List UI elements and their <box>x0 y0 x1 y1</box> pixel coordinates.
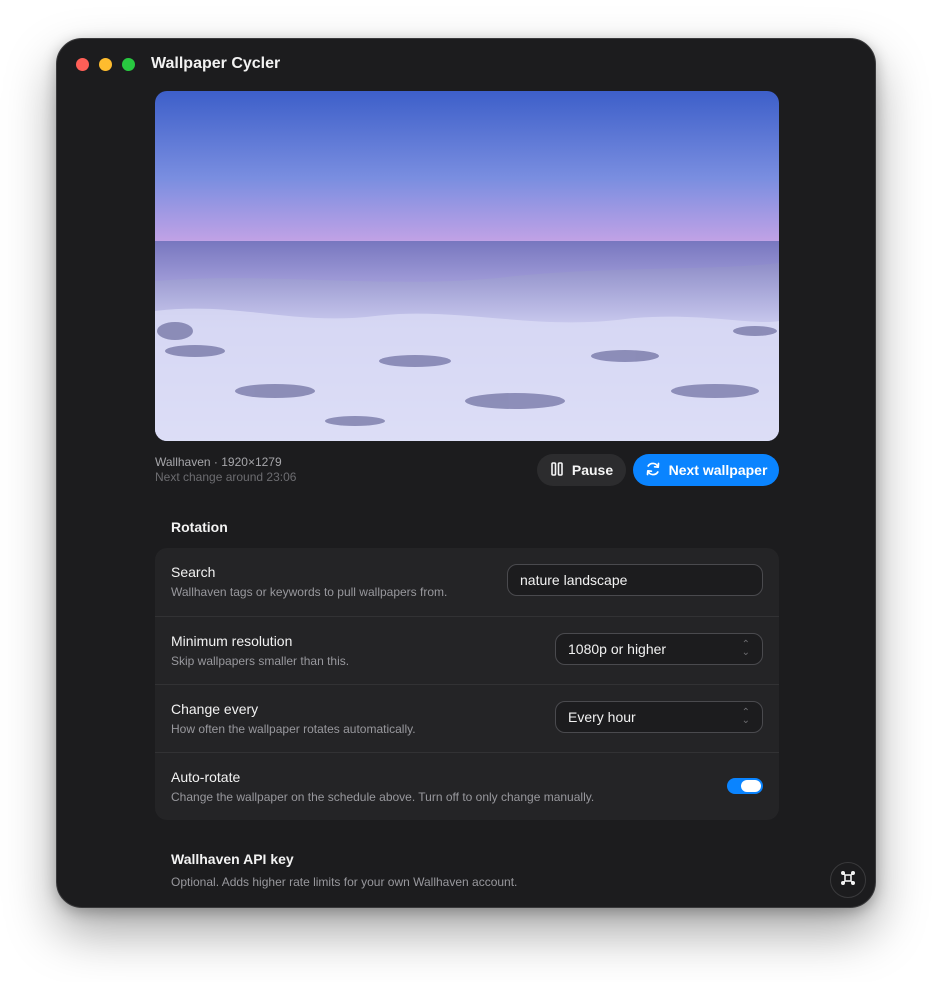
change-every-value: Every hour <box>568 709 636 725</box>
auto-rotate-label: Auto-rotate <box>171 769 241 785</box>
min-resolution-setting-row: Minimum resolution Skip wallpapers small… <box>155 616 779 685</box>
min-resolution-value: 1080p or higher <box>568 641 667 657</box>
toggle-knob <box>741 780 761 792</box>
next-wallpaper-label: Next wallpaper <box>668 462 768 478</box>
change-every-setting-row: Change every How often the wallpaper rot… <box>155 684 779 753</box>
wallpaper-source-info: Wallhaven · 1920×1279 <box>155 455 282 469</box>
command-menu-button[interactable] <box>830 862 866 898</box>
pause-button[interactable]: Pause <box>537 454 626 486</box>
change-every-select[interactable]: Every hour ⌃ ⌄ <box>555 701 763 733</box>
change-every-description: How often the wallpaper rotates automati… <box>171 722 416 736</box>
api-key-description: Optional. Adds higher rate limits for yo… <box>171 875 518 889</box>
close-window-button[interactable] <box>76 58 89 71</box>
min-resolution-description: Skip wallpapers smaller than this. <box>171 654 350 668</box>
rotation-settings-card: Search Wallhaven tags or keywords to pul… <box>155 548 779 820</box>
min-resolution-label: Minimum resolution <box>171 633 293 649</box>
command-icon <box>839 869 857 892</box>
api-key-section-title: Wallhaven API key <box>171 851 294 867</box>
search-description: Wallhaven tags or keywords to pull wallp… <box>171 585 448 599</box>
search-input[interactable] <box>507 564 763 596</box>
chevron-up-down-icon: ⌃ ⌄ <box>741 639 750 658</box>
auto-rotate-setting-row: Auto-rotate Change the wallpaper on the … <box>155 752 779 821</box>
next-change-time: Next change around 23:06 <box>155 470 297 484</box>
title-bar: Wallpaper Cycler <box>57 39 875 91</box>
next-wallpaper-button[interactable]: Next wallpaper <box>633 454 779 486</box>
wallpaper-preview <box>155 91 779 441</box>
minimize-window-button[interactable] <box>99 58 112 71</box>
refresh-icon <box>645 461 661 480</box>
window-title: Wallpaper Cycler <box>151 55 281 72</box>
zoom-window-button[interactable] <box>122 58 135 71</box>
chevron-up-down-icon: ⌃ ⌄ <box>741 707 750 726</box>
search-label: Search <box>171 564 216 580</box>
auto-rotate-toggle[interactable] <box>727 778 763 794</box>
min-resolution-select[interactable]: 1080p or higher ⌃ ⌄ <box>555 633 763 665</box>
pause-button-label: Pause <box>571 462 614 478</box>
rotation-section-title: Rotation <box>171 519 228 535</box>
app-window: Wallpaper Cycler Wallhaven · 1920×1279 N… <box>56 38 876 908</box>
search-setting-row: Search Wallhaven tags or keywords to pul… <box>155 548 779 616</box>
auto-rotate-description: Change the wallpaper on the schedule abo… <box>171 790 595 804</box>
pause-icon <box>550 461 564 479</box>
change-every-label: Change every <box>171 701 259 717</box>
